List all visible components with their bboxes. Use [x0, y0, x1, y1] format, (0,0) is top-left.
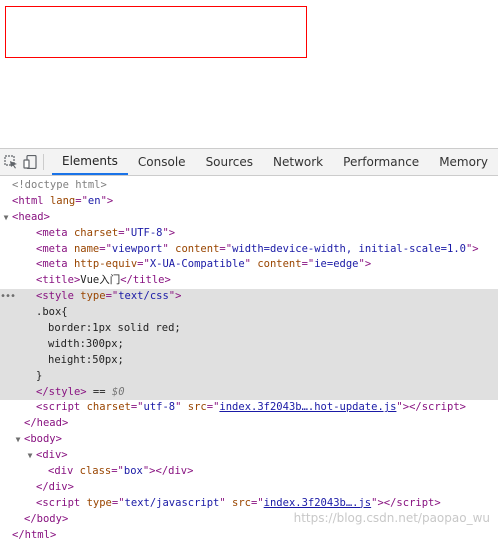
selected-equals: == — [92, 385, 106, 398]
body-tag-name: body — [30, 433, 56, 446]
script-tag-name: script — [42, 496, 81, 509]
meta-content-value: width=device-width, initial-scale=1.0 — [232, 242, 466, 255]
script-tag-close: script — [396, 496, 435, 509]
script-tag-close: script — [421, 401, 460, 414]
head-tag-close: head — [36, 417, 62, 430]
expand-triangle-icon[interactable]: ▼ — [24, 448, 36, 464]
title-tag-close: title — [132, 274, 165, 287]
devtools-panel: Elements Console Sources Network Perform… — [0, 148, 498, 541]
title-tag-name: title — [42, 274, 74, 287]
device-toggle-icon[interactable] — [23, 149, 38, 175]
meta-tag-name: meta — [42, 242, 68, 255]
div-tag-name: div — [54, 465, 74, 478]
script-tag-name: script — [42, 401, 81, 414]
doctype-text: <!doctype html> — [12, 179, 107, 191]
css-border-rule: border:1px solid red; — [48, 322, 181, 335]
script-src-attr: src — [232, 496, 251, 509]
dom-head-open-line[interactable]: ▼ <head> — [0, 210, 498, 226]
dom-html-close-line[interactable]: </html> — [0, 528, 498, 544]
css-line[interactable]: .box{ — [0, 305, 498, 322]
meta-http-equiv-value: X-UA-Compatible — [149, 258, 245, 271]
tab-console[interactable]: Console — [128, 149, 196, 175]
html-tag-close: html — [24, 528, 50, 541]
dom-style-open-line[interactable]: ••• <style type="text/css"> — [0, 289, 498, 306]
css-width-rule: width:300px; — [48, 337, 124, 350]
html-tag-name: html — [18, 194, 44, 207]
meta-name-value: viewport — [111, 242, 163, 255]
css-close-brace: } — [36, 369, 43, 382]
dom-script-main-line[interactable]: <script type="text/javascript" src="inde… — [0, 496, 498, 512]
script-charset-value: utf-8 — [143, 401, 176, 414]
div-class-attr: class — [79, 465, 112, 478]
dom-title-line[interactable]: <title>Vue入门</title> — [0, 273, 498, 289]
dom-div-open-line[interactable]: ▼ <div> — [0, 448, 498, 464]
style-type-value: text/css — [118, 290, 169, 303]
red-box-div — [5, 6, 307, 58]
toolbar-divider — [43, 154, 44, 170]
dom-style-close-line[interactable]: </style> == $0 — [0, 384, 498, 401]
dom-meta-compat-line[interactable]: <meta http-equiv="X-UA-Compatible" conte… — [0, 257, 498, 273]
meta-content-attr: content — [175, 242, 220, 255]
dom-doctype-line[interactable]: <!doctype html> — [0, 178, 498, 194]
css-selector: .box{ — [36, 306, 68, 319]
tab-elements[interactable]: Elements — [51, 149, 128, 175]
css-line[interactable]: } — [0, 368, 498, 385]
dom-div-close-line[interactable]: </div> — [0, 480, 498, 496]
div-tag-close: div — [48, 480, 68, 493]
html-lang-value: en — [87, 194, 101, 207]
expand-triangle-icon[interactable]: ▼ — [12, 432, 24, 448]
more-options-icon[interactable]: ••• — [0, 289, 16, 305]
style-tag-close: style — [48, 385, 81, 398]
selected-node-ref: $0 — [111, 385, 125, 398]
dom-html-open-line[interactable]: <html lang="en"> — [0, 194, 498, 210]
tab-memory[interactable]: Memory — [429, 149, 498, 175]
tab-sources[interactable]: Sources — [196, 149, 263, 175]
div-class-value: box — [123, 465, 143, 478]
meta-http-equiv-attr: http-equiv — [73, 258, 138, 271]
tab-network[interactable]: Network — [263, 149, 333, 175]
script-src-attr: src — [187, 401, 207, 414]
dom-head-close-line[interactable]: </head> — [0, 416, 498, 432]
dom-meta-viewport-line[interactable]: <meta name="viewport" content="width=dev… — [0, 242, 498, 258]
devtools-toolbar: Elements Console Sources Network Perform… — [0, 148, 498, 176]
body-tag-close: body — [36, 512, 62, 525]
dom-tree: <!doctype html> <html lang="en"> ▼ <head>… — [0, 176, 498, 543]
meta-content-attr: content — [257, 258, 302, 271]
title-text: Vue入门 — [80, 274, 121, 287]
div-tag-close: div — [168, 465, 188, 478]
div-tag-name: div — [42, 449, 62, 462]
meta-charset-value: UTF-8 — [130, 226, 163, 239]
script-type-attr: type — [86, 496, 112, 509]
inspect-element-icon[interactable] — [4, 149, 19, 175]
watermark-text: https://blog.csdn.net/paopao_wu — [293, 511, 490, 525]
css-line[interactable]: border:1px solid red; — [0, 321, 498, 337]
style-type-attr: type — [80, 290, 106, 303]
dom-script-hot-update-line[interactable]: <script charset="utf-8" src="index.3f204… — [0, 400, 498, 416]
script-charset-attr: charset — [86, 401, 131, 414]
head-tag-name: head — [18, 210, 44, 223]
meta-charset-attr: charset — [73, 226, 119, 239]
css-height-rule: height:50px; — [48, 353, 124, 366]
dom-div-box-line[interactable]: <div class="box"></div> — [0, 464, 498, 480]
css-line[interactable]: height:50px; — [0, 352, 498, 369]
dom-meta-charset-line[interactable]: <meta charset="UTF-8"> — [0, 226, 498, 242]
meta-tag-name: meta — [42, 226, 68, 239]
css-line[interactable]: width:300px; — [0, 336, 498, 353]
meta-name-attr: name — [73, 242, 100, 255]
style-tag-name: style — [42, 290, 74, 303]
meta-tag-name: meta — [42, 258, 68, 271]
script-type-value: text/javascript — [124, 496, 220, 509]
tab-performance[interactable]: Performance — [333, 149, 429, 175]
meta-content-value: ie=edge — [314, 258, 359, 271]
expand-triangle-icon[interactable]: ▼ — [0, 210, 12, 226]
dom-body-open-line[interactable]: ▼ <body> — [0, 432, 498, 448]
script-src-link[interactable]: index.3f2043b….hot-update.js — [219, 401, 396, 413]
html-lang-attr: lang — [49, 194, 76, 207]
script-src-link[interactable]: index.3f2043b….js — [264, 497, 371, 509]
